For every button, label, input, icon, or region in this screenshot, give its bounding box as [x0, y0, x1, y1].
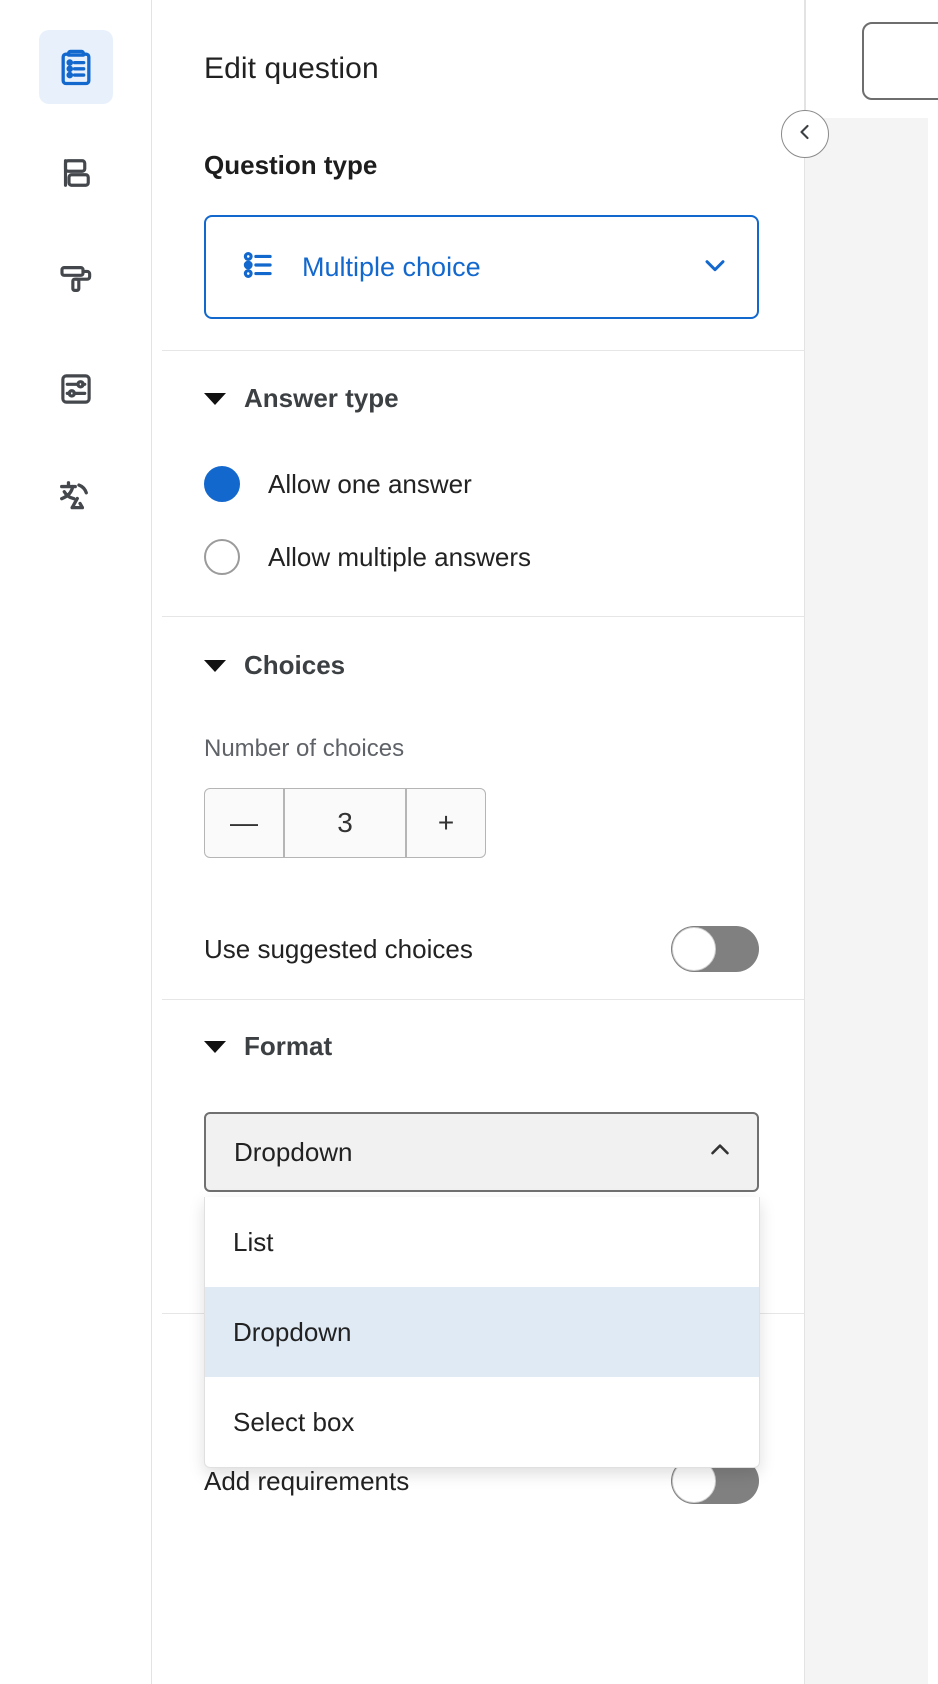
layout-blocks-icon [55, 152, 97, 194]
answer-type-group-header[interactable]: Answer type [204, 383, 399, 414]
paint-roller-icon [55, 258, 97, 300]
radio-allow-multiple-answers[interactable]: Allow multiple answers [204, 539, 531, 575]
divider [162, 616, 804, 617]
use-suggested-choices-row: Use suggested choices [204, 926, 759, 972]
radio-label: Allow one answer [268, 468, 472, 499]
canvas-right-strip [928, 118, 938, 1684]
caret-down-icon [204, 1040, 226, 1053]
sidebar-rail [0, 0, 152, 1684]
divider [162, 350, 804, 351]
divider [162, 999, 804, 1000]
choices-heading: Choices [244, 650, 346, 680]
clipboard-list-icon [54, 45, 98, 89]
chevron-down-icon[interactable] [699, 249, 731, 286]
radio-label: Allow multiple answers [268, 541, 531, 572]
collapse-panel-button[interactable] [781, 110, 829, 158]
sliders-box-icon [55, 368, 97, 410]
question-type-label: Question type [204, 150, 378, 180]
answer-type-heading: Answer type [244, 383, 399, 413]
format-option-select-box[interactable]: Select box [205, 1377, 759, 1467]
translate-icon [54, 473, 98, 517]
increment-button[interactable]: + [406, 788, 486, 858]
caret-down-icon [204, 392, 226, 405]
chevron-left-icon [793, 120, 817, 149]
number-of-choices-label: Number of choices [204, 735, 405, 762]
sidebar-item-questions[interactable] [39, 30, 113, 104]
number-of-choices-stepper[interactable]: — 3 + [204, 788, 486, 858]
format-dropdown-menu[interactable]: List Dropdown Select box [204, 1197, 760, 1468]
sidebar-item-language[interactable] [39, 458, 113, 532]
sidebar-item-theme[interactable] [39, 242, 113, 316]
decrement-button[interactable]: — [204, 788, 284, 858]
question-type-select[interactable]: Multiple choice [204, 215, 759, 319]
sidebar-item-layout[interactable] [39, 136, 113, 210]
format-selected-value: Dropdown [234, 1136, 353, 1167]
edit-question-panel: Edit question Question type Multiple cho… [153, 0, 805, 1684]
toggle-knob [672, 927, 716, 971]
radio-allow-one-answer[interactable]: Allow one answer [204, 466, 472, 502]
bullet-list-icon [240, 246, 278, 289]
format-select-trigger[interactable]: Dropdown [204, 1112, 759, 1192]
canvas-background [805, 0, 938, 1684]
sidebar-item-settings[interactable] [39, 352, 113, 426]
format-heading: Format [244, 1031, 333, 1061]
radio-indicator [204, 539, 240, 575]
format-option-list[interactable]: List [205, 1197, 759, 1287]
radio-indicator [204, 466, 240, 502]
page-title: Edit question [204, 52, 379, 85]
use-suggested-choices-label: Use suggested choices [204, 933, 473, 964]
format-group-header[interactable]: Format [204, 1031, 332, 1062]
chevron-up-icon[interactable] [705, 1135, 735, 1170]
caret-down-icon [204, 659, 226, 672]
canvas-preview-card [862, 22, 938, 100]
question-type-value: Multiple choice [302, 251, 481, 282]
use-suggested-choices-toggle[interactable] [671, 926, 759, 972]
format-option-dropdown[interactable]: Dropdown [205, 1287, 759, 1377]
choices-count-value[interactable]: 3 [284, 788, 406, 858]
choices-group-header[interactable]: Choices [204, 650, 345, 681]
add-requirements-label: Add requirements [204, 1465, 410, 1496]
app-root: Edit question Question type Multiple cho… [0, 0, 938, 1684]
